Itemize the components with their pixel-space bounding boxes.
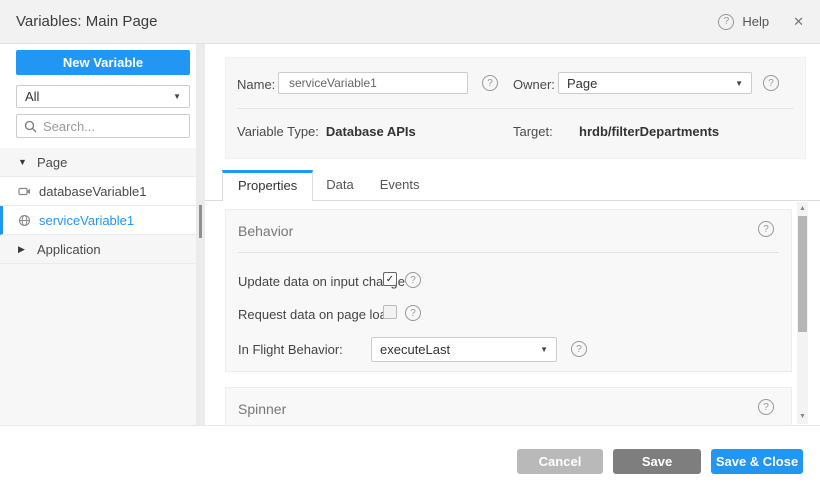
chevron-down-icon: ▼ <box>173 92 181 101</box>
variable-type-row: Variable Type: Database APIs <box>237 124 416 139</box>
dialog-footer: Cancel Save Save & Close <box>0 425 820 487</box>
variable-filter-select[interactable]: All ▼ <box>16 85 190 108</box>
update-data-on-input-change-checkbox[interactable]: ✓ <box>383 272 397 286</box>
variables-dialog: Variables: Main Page ? Help ✕ New Variab… <box>0 0 820 487</box>
variable-summary-panel: Name:* ? Owner:* Page ▼ ? Variable Type:… <box>225 57 806 159</box>
tree-node-database-variable[interactable]: databaseVariable1 <box>0 177 196 206</box>
close-icon[interactable]: ✕ <box>793 14 804 30</box>
sidebar-empty-area <box>0 264 196 425</box>
update-data-help-icon[interactable]: ? <box>405 272 421 288</box>
in-flight-behavior-value: executeLast <box>380 342 450 357</box>
target-value: hrdb/filterDepartments <box>579 124 719 139</box>
properties-scrollbar[interactable]: ▲ ▼ <box>797 202 808 424</box>
chevron-down-icon: ▼ <box>540 345 548 354</box>
spinner-section-title: Spinner <box>238 401 286 417</box>
footer-buttons: Cancel Save Save & Close <box>517 449 803 474</box>
tab-data[interactable]: Data <box>313 170 366 200</box>
owner-value: Page <box>567 76 597 91</box>
database-variable-icon <box>18 186 31 197</box>
tree-node-label: Page <box>37 155 67 170</box>
tab-properties[interactable]: Properties <box>222 170 313 201</box>
variable-filter-value: All <box>25 89 39 104</box>
help-icon[interactable]: ? <box>718 14 734 30</box>
name-label: Name:* <box>237 77 283 92</box>
request-data-help-icon[interactable]: ? <box>405 305 421 321</box>
name-field[interactable] <box>278 72 468 94</box>
divider <box>238 252 779 253</box>
behavior-section-title: Behavior <box>238 223 293 239</box>
sidebar-scrollbar[interactable] <box>196 44 205 425</box>
variables-sidebar: New Variable All ▼ ▼ Page databaseVa <box>0 44 196 425</box>
properties-scroll-area: Behavior ? Update data on input change ✓… <box>205 201 820 425</box>
spinner-section: Spinner ? <box>225 387 792 425</box>
tree-node-label: serviceVariable1 <box>39 213 134 228</box>
variable-type-value: Database APIs <box>326 124 416 139</box>
tree-node-service-variable[interactable]: serviceVariable1 <box>0 206 196 235</box>
behavior-help-icon[interactable]: ? <box>758 221 774 237</box>
caret-expanded-icon[interactable]: ▼ <box>18 157 29 167</box>
target-label: Target: <box>513 124 579 139</box>
service-variable-icon <box>18 214 31 227</box>
save-button[interactable]: Save <box>613 449 701 474</box>
tree-node-application[interactable]: ▶ Application <box>0 235 196 264</box>
owner-select[interactable]: Page ▼ <box>558 72 752 94</box>
in-flight-behavior-help-icon[interactable]: ? <box>571 341 587 357</box>
properties-scrollbar-thumb[interactable] <box>798 216 807 332</box>
tree-node-label: databaseVariable1 <box>39 184 146 199</box>
new-variable-button[interactable]: New Variable <box>16 50 190 75</box>
scroll-down-icon[interactable]: ▼ <box>797 411 808 423</box>
help-link[interactable]: Help <box>742 14 769 29</box>
sidebar-scrollbar-thumb[interactable] <box>199 205 202 238</box>
name-help-icon[interactable]: ? <box>482 75 498 91</box>
caret-collapsed-icon[interactable]: ▶ <box>18 244 29 255</box>
divider <box>237 108 794 109</box>
variable-editor: Name:* ? Owner:* Page ▼ ? Variable Type:… <box>205 44 820 425</box>
target-row: Target: hrdb/filterDepartments <box>513 124 719 139</box>
request-data-on-page-load-label: Request data on page load <box>238 307 394 322</box>
search-icon <box>24 120 37 133</box>
search-box[interactable] <box>16 114 190 138</box>
chevron-down-icon: ▼ <box>735 79 743 88</box>
tree-node-label: Application <box>37 242 101 257</box>
titlebar: Variables: Main Page ? Help ✕ <box>0 0 820 44</box>
in-flight-behavior-label: In Flight Behavior: <box>238 342 343 357</box>
tree-node-page[interactable]: ▼ Page <box>0 148 196 177</box>
update-data-on-input-change-label: Update data on input change <box>238 274 405 289</box>
search-input[interactable] <box>43 119 182 134</box>
request-data-on-page-load-checkbox[interactable]: ✓ <box>383 305 397 319</box>
page-title: Variables: Main Page <box>16 13 157 30</box>
behavior-section: Behavior ? Update data on input change ✓… <box>225 209 792 372</box>
owner-help-icon[interactable]: ? <box>763 75 779 91</box>
scroll-up-icon[interactable]: ▲ <box>797 203 808 215</box>
variable-type-label: Variable Type: <box>237 124 319 139</box>
tab-events[interactable]: Events <box>367 170 433 200</box>
spinner-help-icon[interactable]: ? <box>758 399 774 415</box>
editor-tabbar: Properties Data Events <box>205 170 820 201</box>
variables-tree: ▼ Page databaseVariable1 serviceVariable… <box>0 148 196 264</box>
owner-label: Owner:* <box>513 77 563 92</box>
in-flight-behavior-select[interactable]: executeLast ▼ <box>371 337 557 362</box>
save-and-close-button[interactable]: Save & Close <box>711 449 803 474</box>
titlebar-actions: ? Help ✕ <box>718 14 804 30</box>
cancel-button[interactable]: Cancel <box>517 449 603 474</box>
